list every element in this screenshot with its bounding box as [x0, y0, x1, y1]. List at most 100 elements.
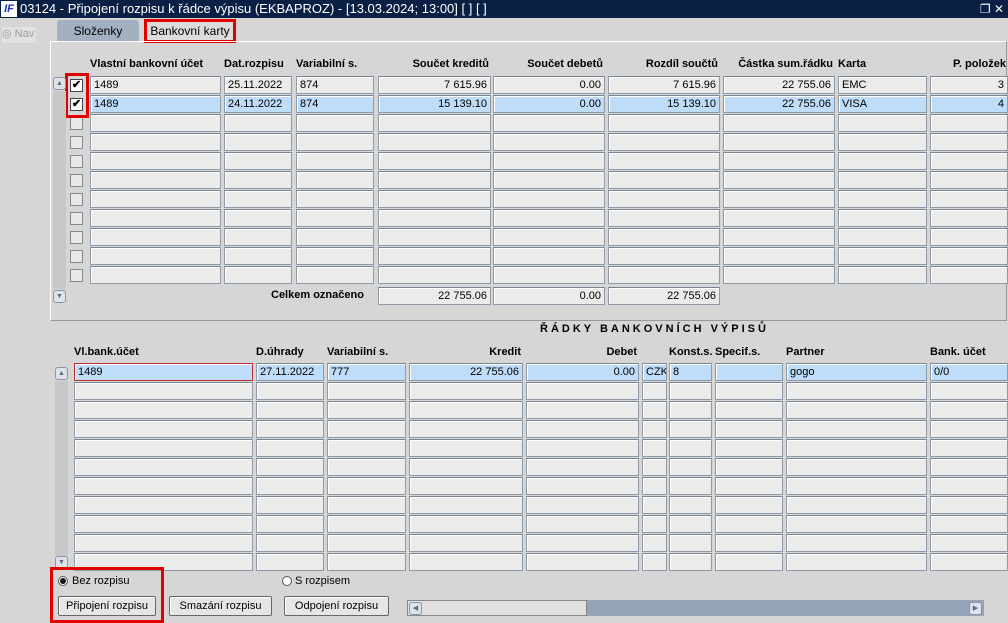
table-cell[interactable] [608, 190, 720, 208]
table-cell[interactable] [715, 439, 783, 457]
table-cell[interactable] [256, 515, 324, 533]
table-cell[interactable] [723, 152, 835, 170]
table-cell[interactable] [786, 496, 927, 514]
table-cell[interactable]: 874 [296, 76, 374, 94]
table-cell[interactable] [642, 382, 667, 400]
radio-s-rozpisem[interactable] [282, 576, 292, 586]
table-cell[interactable] [409, 553, 523, 571]
table-cell[interactable] [930, 439, 1008, 457]
table-cell[interactable] [930, 553, 1008, 571]
table-cell[interactable] [715, 553, 783, 571]
table-cell[interactable] [493, 114, 605, 132]
table-cell[interactable] [90, 171, 221, 189]
radio-bez-rozpisu[interactable] [58, 576, 68, 586]
table-cell[interactable] [74, 439, 253, 457]
table-cell[interactable] [526, 439, 639, 457]
table-cell[interactable] [930, 496, 1008, 514]
table-cell[interactable] [669, 515, 712, 533]
table-cell[interactable] [224, 133, 292, 151]
table-cell[interactable] [296, 133, 374, 151]
table-cell[interactable] [409, 439, 523, 457]
table-cell[interactable] [378, 209, 491, 227]
scroll-left-icon[interactable]: ◀ [409, 602, 422, 615]
table-cell[interactable] [838, 266, 927, 284]
table-cell[interactable] [930, 266, 1008, 284]
table-cell[interactable] [608, 171, 720, 189]
table-cell[interactable] [930, 171, 1008, 189]
table-cell[interactable] [327, 439, 406, 457]
table-cell[interactable] [642, 401, 667, 419]
table-cell[interactable] [930, 152, 1008, 170]
table-cell[interactable] [930, 209, 1008, 227]
table-cell[interactable] [669, 534, 712, 552]
table-cell[interactable] [409, 534, 523, 552]
table-cell[interactable] [608, 152, 720, 170]
table-cell[interactable] [493, 209, 605, 227]
table-cell[interactable] [838, 171, 927, 189]
table-cell[interactable] [256, 401, 324, 419]
table-cell[interactable] [786, 382, 927, 400]
table-cell[interactable] [224, 228, 292, 246]
table-cell[interactable]: 25.11.2022 [224, 76, 292, 94]
table-cell[interactable] [669, 382, 712, 400]
table-cell[interactable] [74, 515, 253, 533]
table-cell[interactable] [608, 247, 720, 265]
table-cell[interactable] [715, 420, 783, 438]
table-cell[interactable]: 7 615.96 [608, 76, 720, 94]
table-cell[interactable] [930, 420, 1008, 438]
table-cell[interactable]: 27.11.2022 [256, 363, 324, 381]
table-cell[interactable] [493, 133, 605, 151]
table-cell[interactable] [786, 515, 927, 533]
row-checkbox[interactable] [70, 269, 83, 282]
table-cell[interactable] [526, 477, 639, 495]
table-cell[interactable] [608, 133, 720, 151]
table-cell[interactable] [526, 458, 639, 476]
table-cell[interactable] [296, 209, 374, 227]
table-cell[interactable]: 22 755.06 [409, 363, 523, 381]
table-cell[interactable] [327, 496, 406, 514]
table-cell[interactable] [256, 382, 324, 400]
row-checkbox[interactable] [70, 212, 83, 225]
table-cell[interactable] [74, 401, 253, 419]
close-icon[interactable]: ✕ [994, 2, 1004, 16]
table-cell[interactable] [838, 228, 927, 246]
table-cell[interactable] [90, 247, 221, 265]
table-cell[interactable] [723, 190, 835, 208]
table-cell[interactable] [838, 152, 927, 170]
table-cell[interactable]: 3 [930, 76, 1008, 94]
table-cell[interactable] [256, 496, 324, 514]
table-cell[interactable]: 8 [669, 363, 712, 381]
table-cell[interactable] [838, 133, 927, 151]
table-cell[interactable] [786, 534, 927, 552]
table-cell[interactable] [723, 114, 835, 132]
table-cell[interactable]: 7 615.96 [378, 76, 491, 94]
table-cell[interactable] [715, 496, 783, 514]
table-cell[interactable] [74, 477, 253, 495]
table-cell[interactable] [378, 114, 491, 132]
table-cell[interactable] [327, 534, 406, 552]
table-cell[interactable]: VISA [838, 95, 927, 113]
table-cell[interactable] [786, 439, 927, 457]
table-cell[interactable] [224, 266, 292, 284]
table-cell[interactable] [715, 382, 783, 400]
table-cell[interactable] [669, 420, 712, 438]
table-cell[interactable] [327, 515, 406, 533]
table-cell[interactable] [526, 401, 639, 419]
table-cell[interactable]: gogo [786, 363, 927, 381]
table-cell[interactable] [90, 190, 221, 208]
table-cell[interactable] [256, 553, 324, 571]
table-cell[interactable] [409, 515, 523, 533]
table-cell[interactable] [378, 228, 491, 246]
table-cell[interactable] [838, 190, 927, 208]
table-cell[interactable] [493, 266, 605, 284]
table-cell[interactable] [669, 496, 712, 514]
table-cell[interactable] [608, 228, 720, 246]
table-cell[interactable] [493, 190, 605, 208]
table-cell[interactable] [723, 171, 835, 189]
table-cell[interactable] [669, 458, 712, 476]
table-cell[interactable] [930, 401, 1008, 419]
table-cell[interactable] [526, 496, 639, 514]
table-cell[interactable] [786, 477, 927, 495]
table-cell[interactable] [526, 553, 639, 571]
table-cell[interactable] [409, 477, 523, 495]
